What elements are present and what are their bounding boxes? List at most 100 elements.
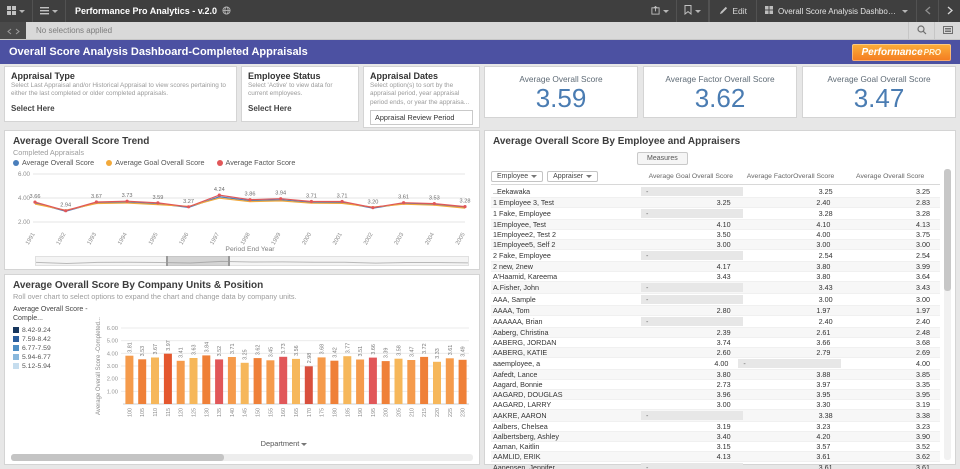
horizontal-scrollbar[interactable] [11,454,473,461]
bar[interactable] [164,354,172,404]
employee-name-cell[interactable]: AAGARD, DOUGLAS [491,390,641,399]
employee-name-cell[interactable]: aaemployee, a [491,358,641,369]
table-row[interactable]: 1Employee5, Self 2 3.003.003.00 [491,240,940,250]
employee-name-cell[interactable]: 2 Fake, Employee [491,250,641,261]
table-row[interactable]: AAAAAA, Brian -2.402.40 [491,316,940,328]
table-row[interactable]: 1 Employee 3, Test 3.252.402.83 [491,198,940,208]
kpi-card[interactable]: Average Overall Score 3.59 [484,66,638,118]
legend-item[interactable]: 7.59-8.42 [13,336,93,343]
table-row[interactable]: Aaberg, Christina 2.392.612.48 [491,328,940,338]
table-row[interactable]: Aafedt, Lance 3.803.883.85 [491,370,940,380]
bar[interactable] [266,360,274,404]
employee-name-cell[interactable]: 2 new, 2new [491,262,641,271]
bar[interactable] [433,362,441,404]
column-header[interactable]: Average Overall Score [840,173,940,180]
legend-item[interactable]: Average Overall Score [13,158,94,167]
table-row[interactable]: AAGARD, DOUGLAS 3.963.953.95 [491,390,940,400]
table-row[interactable]: 1Employee2, Test 2 3.504.003.75 [491,230,940,240]
employee-name-cell[interactable]: AABERG, KATIE [491,348,641,357]
employee-name-cell[interactable]: 1 Employee 3, Test [491,198,641,207]
table-row[interactable]: ..Eekawaka -3.253.25 [491,186,940,198]
bar[interactable] [279,357,287,404]
appraisal-type-select[interactable]: Select Here [11,104,230,113]
previous-sheet-button[interactable] [916,0,938,22]
bar[interactable] [292,359,300,404]
employee-name-cell[interactable]: Aalbertsberg, Ashley [491,432,641,441]
bookmarks-button[interactable] [677,0,709,22]
selections-history-buttons[interactable] [0,22,26,39]
employee-name-cell[interactable]: A.Fisher, John [491,282,641,293]
employee-name-cell[interactable]: Aaberg, Christina [491,328,641,337]
table-row[interactable]: AAMLID, ERIK 4.133.613.62 [491,452,940,462]
legend-item[interactable]: Average Factor Score [217,158,296,167]
appraisal-period-select[interactable]: Appraisal Review Period [370,110,473,125]
legend-item[interactable]: Average Goal Overall Score [106,158,204,167]
table-row[interactable]: 1 Fake, Employee -3.283.28 [491,208,940,220]
employee-name-cell[interactable]: AAMLID, ERIK [491,452,641,461]
kpi-card[interactable]: Average Goal Overall Score 3.47 [802,66,956,118]
employee-name-cell[interactable]: ..Eekawaka [491,186,641,197]
employee-name-cell[interactable]: AAAAAA, Brian [491,316,641,327]
kpi-card[interactable]: Average Factor Overall Score 3.62 [643,66,797,118]
bar[interactable] [125,356,133,404]
bar[interactable] [215,359,223,404]
table-row[interactable]: AABERG, KATIE 2.602.792.69 [491,348,940,358]
employee-name-cell[interactable]: Aaman, Kaitlin [491,442,641,451]
sheet-selector[interactable]: Overall Score Analysis Dashboa.... [756,0,916,22]
app-menu-button[interactable] [0,0,33,22]
bar[interactable] [446,358,454,404]
chart-navigator[interactable] [35,256,469,266]
table-row[interactable]: Aanensen, Jennifer -3.613.61 [491,462,940,469]
employee-dimension-button[interactable]: Employee [491,171,543,182]
x-axis-dimension-button[interactable]: Department [93,439,475,448]
legend-item[interactable]: 5.94-6.77 [13,354,93,361]
bar[interactable] [254,358,262,404]
table-row[interactable]: Aaman, Kaitlin 3.153.573.52 [491,442,940,452]
bar[interactable] [343,356,351,404]
table-row[interactable]: A.Fisher, John -3.433.43 [491,282,940,294]
employee-name-cell[interactable]: 1Employee, Test [491,220,641,229]
employee-name-cell[interactable]: AAGARD, LARRY [491,400,641,409]
table-row[interactable]: AAAA, Tom 2.801.971.97 [491,306,940,316]
table-row[interactable]: aaemployee, a 4.00-4.00 [491,358,940,370]
employee-name-cell[interactable]: AAA, Sample [491,294,641,305]
bar[interactable] [369,358,377,404]
employee-status-select[interactable]: Select Here [248,104,352,113]
bar[interactable] [407,360,415,404]
bar[interactable] [151,358,159,405]
bar[interactable] [318,357,326,404]
employee-name-cell[interactable]: AABERG, JORDAN [491,338,641,347]
legend-item[interactable]: 6.77-7.59 [13,345,93,352]
bar[interactable] [395,359,403,404]
table-row[interactable]: Aalbertsberg, Ashley 3.404.203.90 [491,432,940,442]
employee-name-cell[interactable]: AAKRE, AARON [491,410,641,421]
bar[interactable] [459,360,467,404]
employee-name-cell[interactable]: 1Employee2, Test 2 [491,230,641,239]
bar[interactable] [382,361,390,404]
bar[interactable] [356,360,364,405]
bar[interactable] [420,357,428,404]
bar[interactable] [177,361,185,404]
smart-search-button[interactable] [908,22,934,39]
export-menu-button[interactable] [644,0,677,22]
table-row[interactable]: Aagard, Bonnie 2.733.973.35 [491,380,940,390]
employee-name-cell[interactable]: Aagard, Bonnie [491,380,641,389]
scrollbar-thumb[interactable] [11,454,224,461]
employee-name-cell[interactable]: A'Haamid, Kareema [491,272,641,281]
bar[interactable] [330,361,338,404]
measures-button[interactable]: Measures [637,152,688,165]
table-row[interactable]: 2 Fake, Employee -2.542.54 [491,250,940,262]
table-row[interactable]: 1Employee, Test 4.104.104.13 [491,220,940,230]
vertical-scrollbar[interactable] [944,169,951,460]
table-row[interactable]: A'Haamid, Kareema 3.433.803.64 [491,272,940,282]
table-row[interactable]: AAKRE, AARON -3.383.38 [491,410,940,422]
column-header[interactable]: Average Goal Overall Score [641,173,741,180]
table-row[interactable]: AABERG, JORDAN 3.743.663.68 [491,338,940,348]
table-row[interactable]: 2 new, 2new 4.173.803.99 [491,262,940,272]
table-row[interactable]: AAA, Sample -3.003.00 [491,294,940,306]
bar-chart[interactable]: 1.002.003.004.005.006.003.811003.531053.… [93,302,475,436]
bar[interactable] [190,358,198,404]
next-sheet-button[interactable] [938,0,960,22]
employee-name-cell[interactable]: 1 Fake, Employee [491,208,641,219]
employee-name-cell[interactable]: AAAA, Tom [491,306,641,315]
